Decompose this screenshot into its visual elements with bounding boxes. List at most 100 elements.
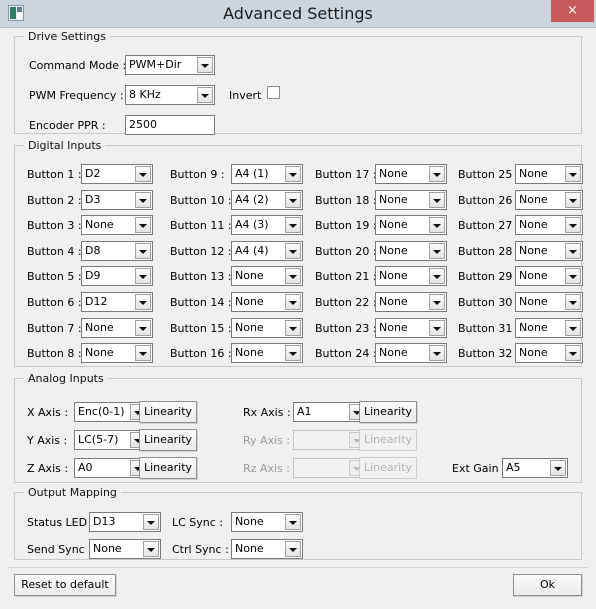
command-mode-select[interactable]: PWM+Dir (125, 55, 215, 75)
chevron-down-icon[interactable] (429, 217, 445, 233)
chevron-down-icon[interactable] (135, 192, 151, 208)
button-32-select[interactable]: None (515, 343, 583, 363)
button-13-select[interactable]: None (231, 266, 303, 286)
invert-checkbox[interactable] (267, 86, 280, 99)
button-22-select[interactable]: None (375, 292, 447, 312)
button-29-select[interactable]: None (515, 266, 583, 286)
button-17-select[interactable]: None (375, 164, 447, 184)
chevron-down-icon[interactable] (565, 243, 581, 259)
button-10-select[interactable]: A4 (2) (231, 190, 303, 210)
chevron-down-icon[interactable] (550, 460, 566, 476)
button-8-label: Button 8 : (27, 347, 82, 360)
chevron-down-icon[interactable] (565, 268, 581, 284)
button-3-select[interactable]: None (81, 215, 153, 235)
chevron-down-icon[interactable] (565, 192, 581, 208)
chevron-down-icon[interactable] (285, 294, 301, 310)
rx-axis-select[interactable]: A1 (293, 402, 367, 422)
close-icon[interactable]: × (551, 0, 594, 22)
chevron-down-icon[interactable] (285, 192, 301, 208)
button-30-select[interactable]: None (515, 292, 583, 312)
chevron-down-icon[interactable] (429, 192, 445, 208)
button-23-select[interactable]: None (375, 318, 447, 338)
button-7-select[interactable]: None (81, 318, 153, 338)
chevron-down-icon[interactable] (135, 268, 151, 284)
button-14-select[interactable]: None (231, 292, 303, 312)
button-25-select[interactable]: None (515, 164, 583, 184)
chevron-down-icon[interactable] (285, 166, 301, 182)
chevron-down-icon[interactable] (135, 166, 151, 182)
chevron-down-icon[interactable] (285, 514, 301, 530)
x-axis-select[interactable]: Enc(0-1) (74, 402, 148, 422)
chevron-down-icon[interactable] (285, 243, 301, 259)
y-axis-linearity-button[interactable]: Linearity (139, 429, 197, 451)
button-9-select[interactable]: A4 (1) (231, 164, 303, 184)
chevron-down-icon[interactable] (565, 294, 581, 310)
z-axis-linearity-button[interactable]: Linearity (139, 457, 197, 479)
chevron-down-icon[interactable] (565, 166, 581, 182)
button-15-select[interactable]: None (231, 318, 303, 338)
chevron-down-icon[interactable] (135, 294, 151, 310)
chevron-down-icon[interactable] (429, 243, 445, 259)
send-sync-select[interactable]: None (89, 539, 161, 559)
chevron-down-icon[interactable] (135, 320, 151, 336)
button-5-label: Button 5 : (27, 270, 82, 283)
status-led-select[interactable]: D13 (89, 512, 161, 532)
button-26-select[interactable]: None (515, 190, 583, 210)
chevron-down-icon[interactable] (429, 294, 445, 310)
chevron-down-icon[interactable] (135, 243, 151, 259)
rx-axis-linearity-label: Linearity (363, 405, 413, 418)
ext-gain-select[interactable]: A5 (502, 458, 568, 478)
x-axis-linearity-button[interactable]: Linearity (139, 401, 197, 423)
chevron-down-icon[interactable] (429, 166, 445, 182)
encoder-ppr-input[interactable]: 2500 (125, 115, 215, 135)
button-12-select[interactable]: A4 (4) (231, 241, 303, 261)
button-19-select[interactable]: None (375, 215, 447, 235)
button-1-select[interactable]: D2 (81, 164, 153, 184)
chevron-down-icon[interactable] (135, 217, 151, 233)
button-28-value: None (519, 244, 548, 257)
button-5-select[interactable]: D9 (81, 266, 153, 286)
chevron-down-icon[interactable] (429, 345, 445, 361)
x-axis-linearity-label: Linearity (143, 405, 193, 418)
button-18-value: None (379, 193, 408, 206)
button-28-select[interactable]: None (515, 241, 583, 261)
button-2-select[interactable]: D3 (81, 190, 153, 210)
chevron-down-icon[interactable] (429, 320, 445, 336)
button-16-select[interactable]: None (231, 343, 303, 363)
rx-axis-label: Rx Axis : (243, 406, 291, 419)
chevron-down-icon[interactable] (197, 57, 213, 73)
chevron-down-icon[interactable] (565, 345, 581, 361)
chevron-down-icon[interactable] (285, 345, 301, 361)
chevron-down-icon[interactable] (197, 87, 213, 103)
ctrl-sync-select[interactable]: None (231, 539, 303, 559)
button-12-value: A4 (4) (235, 244, 269, 257)
button-24-select[interactable]: None (375, 343, 447, 363)
chevron-down-icon[interactable] (285, 541, 301, 557)
button-31-select[interactable]: None (515, 318, 583, 338)
button-11-select[interactable]: A4 (3) (231, 215, 303, 235)
button-27-select[interactable]: None (515, 215, 583, 235)
chevron-down-icon[interactable] (429, 268, 445, 284)
rx-axis-linearity-button[interactable]: Linearity (359, 401, 417, 423)
button-20-select[interactable]: None (375, 241, 447, 261)
z-axis-value: A0 (78, 461, 93, 474)
chevron-down-icon[interactable] (143, 514, 159, 530)
reset-to-default-button[interactable]: Reset to default (14, 574, 116, 596)
y-axis-select[interactable]: LC(5-7) (74, 430, 148, 450)
button-4-select[interactable]: D8 (81, 241, 153, 261)
ok-button[interactable]: Ok (513, 574, 582, 596)
chevron-down-icon[interactable] (565, 217, 581, 233)
button-8-select[interactable]: None (81, 343, 153, 363)
pwm-frequency-select[interactable]: 8 KHz (125, 85, 215, 105)
button-18-select[interactable]: None (375, 190, 447, 210)
chevron-down-icon[interactable] (143, 541, 159, 557)
chevron-down-icon[interactable] (565, 320, 581, 336)
chevron-down-icon[interactable] (285, 320, 301, 336)
button-6-select[interactable]: D12 (81, 292, 153, 312)
chevron-down-icon[interactable] (135, 345, 151, 361)
chevron-down-icon[interactable] (285, 268, 301, 284)
lc-sync-select[interactable]: None (231, 512, 303, 532)
z-axis-select[interactable]: A0 (74, 458, 148, 478)
button-21-select[interactable]: None (375, 266, 447, 286)
chevron-down-icon[interactable] (285, 217, 301, 233)
